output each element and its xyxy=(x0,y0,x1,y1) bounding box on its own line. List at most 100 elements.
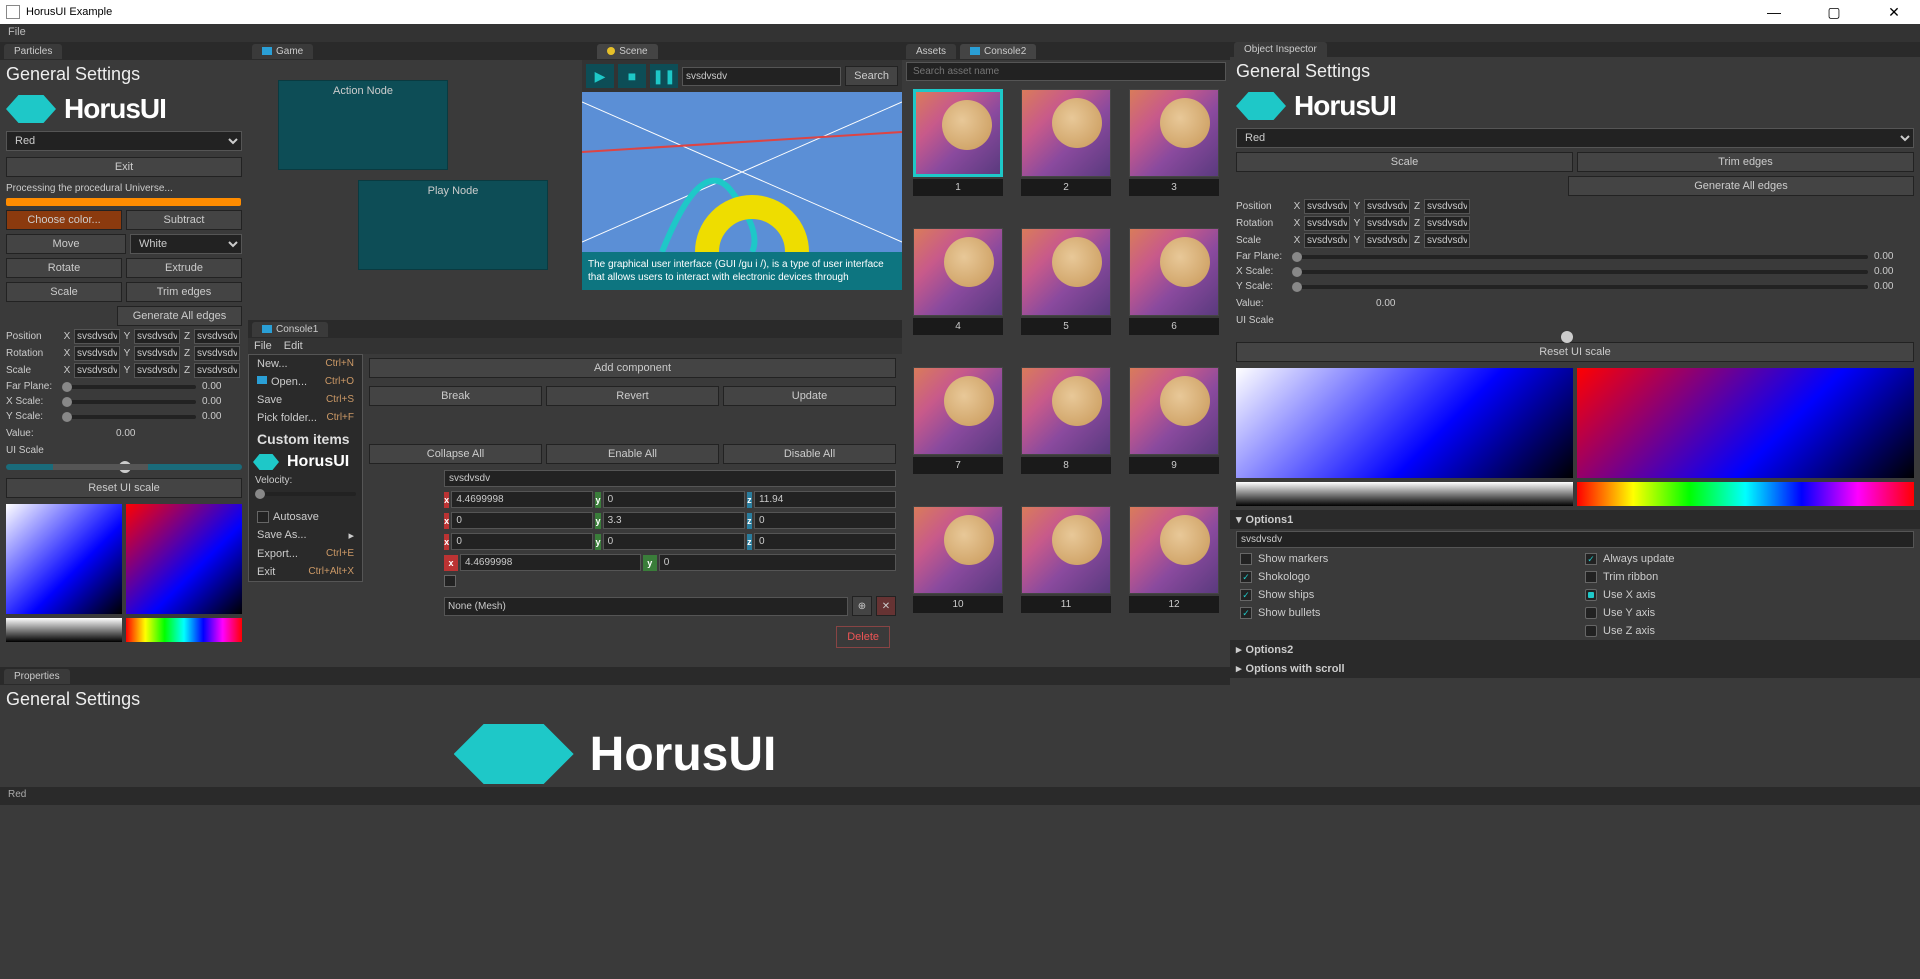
insp-rot-z[interactable] xyxy=(1424,216,1470,231)
rotate-button[interactable]: Rotate xyxy=(6,258,122,278)
pos-x-input[interactable] xyxy=(74,329,120,344)
color-select[interactable]: Red xyxy=(6,131,242,151)
ui-scale-slider[interactable] xyxy=(6,464,242,470)
insp-scale-button[interactable]: Scale xyxy=(1236,152,1573,172)
options1-header[interactable]: ▾ Options1 xyxy=(1230,510,1920,529)
pause-button[interactable]: ❚❚ xyxy=(650,64,678,88)
tab-game[interactable]: Game xyxy=(252,44,313,59)
velocity-slider[interactable] xyxy=(255,492,356,496)
always-update-checkbox[interactable] xyxy=(1585,553,1597,565)
insp-far-plane-slider[interactable] xyxy=(1292,255,1868,259)
use-z-radio[interactable] xyxy=(1585,625,1597,637)
insp-reset-ui-button[interactable]: Reset UI scale xyxy=(1236,342,1914,362)
rot-y-input[interactable] xyxy=(134,346,180,361)
tab-inspector[interactable]: Object Inspector xyxy=(1234,42,1327,57)
scl-y-input[interactable] xyxy=(134,363,180,378)
tab-particles[interactable]: Particles xyxy=(4,44,62,59)
scene-canvas[interactable] xyxy=(582,92,902,252)
mesh-clear-icon[interactable]: ✕ xyxy=(876,596,896,616)
xscale-slider[interactable] xyxy=(62,400,196,404)
asset-thumbnail[interactable] xyxy=(1021,506,1111,594)
break-button[interactable]: Break xyxy=(369,386,542,406)
collapse-all-button[interactable]: Collapse All xyxy=(369,444,542,464)
scl-z-input[interactable] xyxy=(194,363,240,378)
v1-z-input[interactable] xyxy=(754,491,896,508)
asset-item[interactable]: 7 xyxy=(908,367,1008,498)
v2-x-input[interactable] xyxy=(451,512,593,529)
v2-z-input[interactable] xyxy=(754,512,896,529)
insp-trim-button[interactable]: Trim edges xyxy=(1577,152,1914,172)
v1-x-input[interactable] xyxy=(451,491,593,508)
insp-scl-z[interactable] xyxy=(1424,233,1470,248)
menu-saveas[interactable]: Save As...▸ xyxy=(249,526,362,545)
asset-thumbnail[interactable] xyxy=(1021,228,1111,316)
color-picker-1[interactable] xyxy=(6,504,122,614)
tab-console1[interactable]: Console1 xyxy=(252,322,328,337)
use-y-radio[interactable] xyxy=(1585,607,1597,619)
enable-all-button[interactable]: Enable All xyxy=(546,444,719,464)
insp-value-slider[interactable] xyxy=(1236,482,1573,506)
exit-button[interactable]: Exit xyxy=(6,157,242,177)
shokologo-checkbox[interactable] xyxy=(1240,571,1252,583)
v4-x-input[interactable] xyxy=(460,554,641,571)
asset-thumbnail[interactable] xyxy=(1129,89,1219,177)
tab-console2[interactable]: Console2 xyxy=(960,44,1036,59)
value-slider-1[interactable] xyxy=(6,618,122,642)
action-node[interactable]: Action Node xyxy=(278,80,448,170)
mesh-target-icon[interactable]: ⊕ xyxy=(852,596,872,616)
menu-autosave[interactable]: Autosave xyxy=(249,508,362,526)
show-ships-checkbox[interactable] xyxy=(1240,589,1252,601)
insp-rot-y[interactable] xyxy=(1364,216,1410,231)
insp-rot-x[interactable] xyxy=(1304,216,1350,231)
asset-item[interactable]: 10 xyxy=(908,506,1008,637)
reset-ui-button[interactable]: Reset UI scale xyxy=(6,478,242,498)
asset-thumbnail[interactable] xyxy=(1129,228,1219,316)
disable-all-button[interactable]: Disable All xyxy=(723,444,896,464)
insp-color-select[interactable]: Red xyxy=(1236,128,1914,148)
asset-thumbnail[interactable] xyxy=(1021,89,1111,177)
asset-item[interactable]: 5 xyxy=(1016,228,1116,359)
delete-button[interactable]: Delete xyxy=(836,626,890,648)
asset-thumbnail[interactable] xyxy=(913,367,1003,455)
asset-item[interactable]: 6 xyxy=(1124,228,1224,359)
v3-x-input[interactable] xyxy=(451,533,593,550)
pos-z-input[interactable] xyxy=(194,329,240,344)
white-select[interactable]: White xyxy=(130,234,242,254)
far-plane-slider[interactable] xyxy=(62,385,196,389)
close-icon[interactable]: ✕ xyxy=(1874,4,1914,21)
use-x-radio[interactable] xyxy=(1585,589,1597,601)
insp-gen-edges-button[interactable]: Generate All edges xyxy=(1568,176,1914,196)
hue-slider-1[interactable] xyxy=(126,618,242,642)
insp-scl-x[interactable] xyxy=(1304,233,1350,248)
minimize-icon[interactable]: — xyxy=(1754,4,1794,21)
v2-y-input[interactable] xyxy=(603,512,745,529)
console-menu-file[interactable]: File xyxy=(254,340,272,352)
trim-edges-button[interactable]: Trim edges xyxy=(126,282,242,302)
tab-properties[interactable]: Properties xyxy=(4,669,70,684)
maximize-icon[interactable]: ▢ xyxy=(1814,4,1854,21)
insp-color-picker-2[interactable] xyxy=(1577,368,1914,478)
tab-assets[interactable]: Assets xyxy=(906,44,956,59)
menu-pick-folder[interactable]: Pick folder...Ctrl+F xyxy=(249,409,362,427)
component-checkbox[interactable] xyxy=(444,575,456,587)
menu-save[interactable]: SaveCtrl+S xyxy=(249,391,362,409)
subtract-button[interactable]: Subtract xyxy=(126,210,242,230)
yscale-slider[interactable] xyxy=(62,415,196,419)
asset-search-input[interactable] xyxy=(906,62,1226,81)
scale-button[interactable]: Scale xyxy=(6,282,122,302)
v3-z-input[interactable] xyxy=(754,533,896,550)
menu-exit[interactable]: ExitCtrl+Alt+X xyxy=(249,563,362,581)
show-markers-checkbox[interactable] xyxy=(1240,553,1252,565)
scl-x-input[interactable] xyxy=(74,363,120,378)
asset-thumbnail[interactable] xyxy=(1129,367,1219,455)
insp-scl-y[interactable] xyxy=(1364,233,1410,248)
insp-hue-slider[interactable] xyxy=(1577,482,1914,506)
insp-color-picker-1[interactable] xyxy=(1236,368,1573,478)
menu-export[interactable]: Export...Ctrl+E xyxy=(249,545,362,563)
v1-y-input[interactable] xyxy=(603,491,745,508)
insp-xscale-slider[interactable] xyxy=(1292,270,1868,274)
rot-x-input[interactable] xyxy=(74,346,120,361)
asset-thumbnail[interactable] xyxy=(913,89,1003,177)
menu-file[interactable]: File xyxy=(8,26,26,38)
insp-pos-y[interactable] xyxy=(1364,199,1410,214)
